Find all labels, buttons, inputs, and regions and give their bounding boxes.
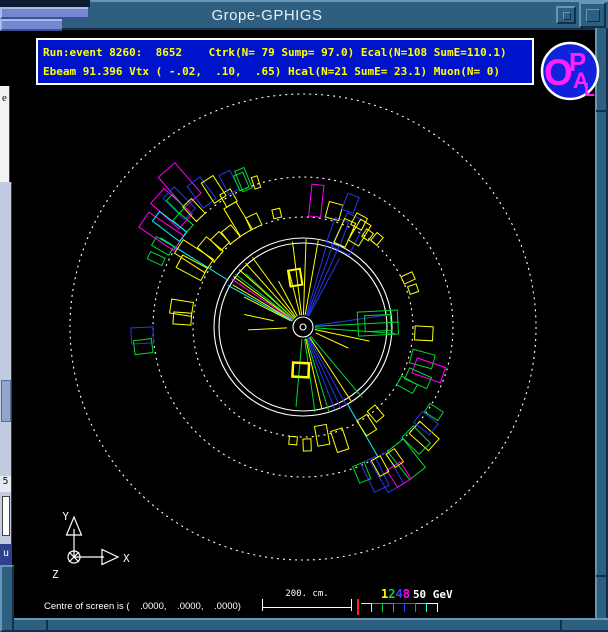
window-titlebar[interactable]: Grope-GPHIGS (6, 0, 608, 30)
axis-label-z: Z (52, 568, 59, 581)
event-display-viewport[interactable]: Y X Z (10, 30, 596, 618)
minimize-icon (563, 12, 571, 20)
scale-bar-tick (351, 599, 352, 611)
calorimeter-box (325, 202, 343, 221)
calorimeter-box (224, 202, 252, 237)
calorimeter-box (251, 176, 260, 189)
calorimeter-box (386, 449, 403, 468)
frame-seam (560, 620, 562, 632)
detector-boundary (300, 324, 306, 330)
calorimeter-box (147, 252, 165, 266)
calorimeter-box (357, 414, 377, 436)
scale-bar (262, 607, 352, 608)
calorimeter-box (289, 436, 298, 445)
background-window-titlebar[interactable] (0, 7, 88, 19)
scale-bar-tick (262, 599, 263, 611)
background-window-edge (0, 0, 90, 7)
legend-comb-cell (394, 603, 405, 612)
legend-comb-cell (372, 603, 383, 612)
window-right-frame[interactable] (595, 28, 608, 632)
calorimeter-box (158, 163, 201, 208)
maximize-button[interactable] (579, 2, 606, 28)
particle-track (303, 239, 306, 315)
calorimeter-box (401, 272, 415, 284)
calorimeter-box (151, 188, 193, 228)
maximize-icon (586, 9, 600, 22)
legend-energy-comb (357, 599, 438, 615)
calorimeter-box (342, 193, 359, 213)
particle-track (235, 274, 293, 320)
frame-seam (596, 575, 608, 577)
detector-boundary (293, 317, 313, 337)
calorimeter-box (408, 284, 419, 294)
calorimeter-box (288, 269, 302, 287)
detector-boundary-dashed (70, 94, 536, 560)
button-letter: u (3, 548, 9, 559)
screen: Grope-GPHIGS e 5 u Run:event 8260: 8652 … (0, 0, 608, 632)
legend-comb-cell (361, 603, 372, 612)
frame-seam (596, 110, 608, 112)
scale-bar-label: 200. cm. (262, 589, 352, 599)
calorimeter-box (221, 225, 240, 244)
calorimeter-box (314, 424, 329, 446)
detector-boundary-dashed (193, 217, 413, 437)
legend-comb-cell (383, 603, 394, 612)
calorimeter-box (412, 358, 446, 383)
legend-comb-cell (405, 603, 416, 612)
axis-label-x: X (123, 552, 130, 565)
field-text: 5 (2, 476, 8, 487)
centre-of-screen-readout: Centre of screen is ( .0000, .0000, .000… (44, 601, 241, 612)
particle-track (228, 285, 293, 321)
particle-track (248, 328, 287, 330)
particle-track (315, 315, 390, 326)
particle-track (315, 322, 399, 326)
calorimeter-box (361, 457, 389, 493)
detector-boundary (219, 243, 387, 411)
calorimeter-box (176, 255, 207, 281)
particle-track (232, 279, 293, 320)
calorimeter-box (409, 349, 435, 368)
calorimeter-box (292, 363, 309, 378)
calorimeter-box (414, 411, 438, 434)
calorimeter-box (139, 212, 184, 250)
axis-label-y: Y (62, 510, 69, 523)
particle-track (244, 315, 273, 321)
background-window-menu[interactable]: e (0, 86, 10, 182)
calorimeter-box (309, 184, 324, 217)
calorimeter-box (397, 376, 418, 393)
axis-gnomon (67, 517, 119, 565)
calorimeter-box (272, 208, 282, 219)
menu-letter: e (2, 92, 7, 104)
legend-comb-cell (416, 603, 427, 612)
calorimeter-box (424, 403, 443, 420)
frame-seam (46, 620, 48, 632)
legend-comb-tick (357, 599, 359, 615)
calorimeter-box (414, 326, 433, 341)
calorimeter-box (235, 168, 253, 192)
widget-inner (2, 496, 10, 536)
minimize-button[interactable] (556, 6, 576, 24)
particle-track (296, 339, 302, 407)
calorimeter-box (331, 428, 349, 453)
calorimeter-box (133, 339, 153, 355)
calorimeter-box (387, 439, 425, 480)
window-bottom-frame[interactable] (8, 618, 608, 632)
legend-comb-cell (427, 603, 438, 612)
calorimeter-box (131, 327, 154, 344)
calorimeter-box (303, 439, 311, 451)
